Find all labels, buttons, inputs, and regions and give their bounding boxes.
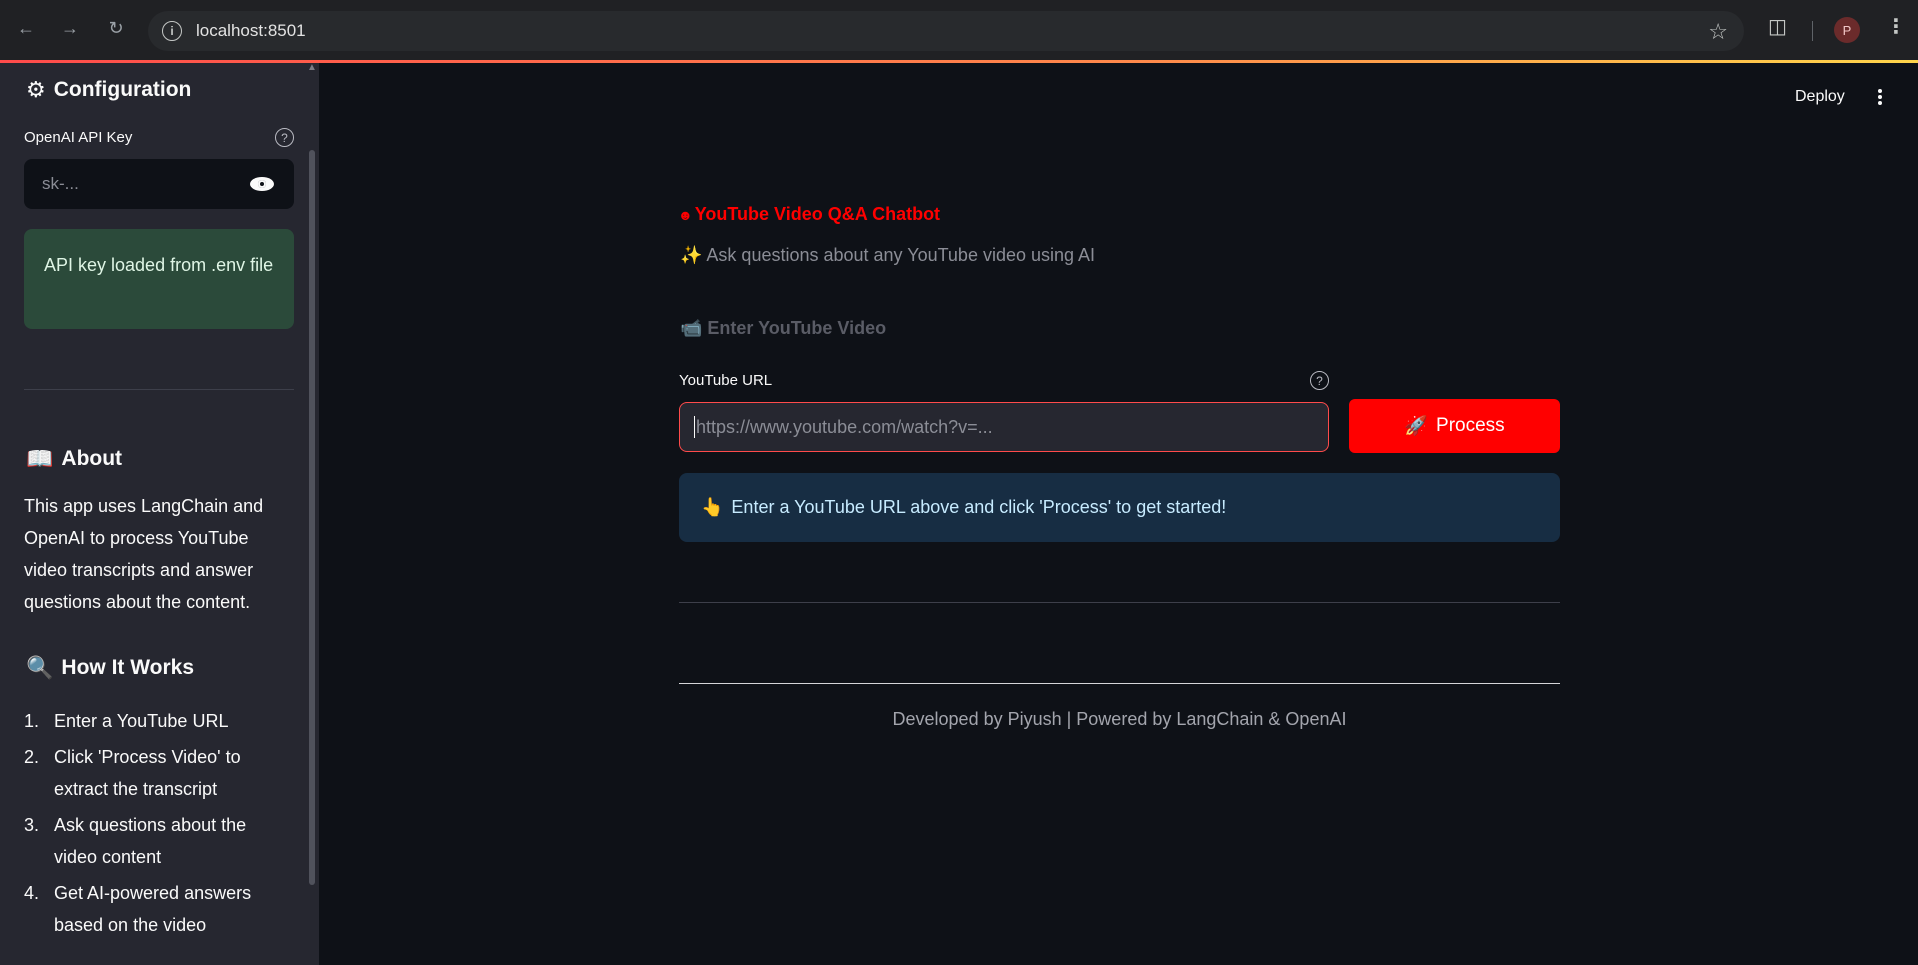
about-heading: 📖 About xyxy=(26,446,122,472)
book-icon: 📖 xyxy=(26,446,54,471)
url-text[interactable]: localhost:8501 xyxy=(196,21,306,41)
step-number: 1. xyxy=(24,711,40,731)
deploy-button[interactable]: Deploy xyxy=(1795,88,1845,106)
url-label: YouTube URL xyxy=(679,372,773,389)
sidebar-scrollbar[interactable] xyxy=(309,150,315,885)
config-heading-text: Configuration xyxy=(53,78,192,101)
about-text: This app uses LangChain and OpenAI to pr… xyxy=(24,496,264,612)
page-subtitle: ✨ Ask questions about any YouTube video … xyxy=(680,245,1096,265)
pointing-hand-icon: 👆 xyxy=(701,497,724,517)
reload-icon[interactable]: ↻ xyxy=(104,16,128,40)
process-button[interactable]: 🚀 Process xyxy=(1349,399,1560,453)
back-icon[interactable]: ← xyxy=(14,16,38,40)
list-item: 1. Enter a YouTube URL xyxy=(24,705,294,737)
forward-icon[interactable]: → xyxy=(58,16,82,40)
info-alert: 👆 Enter a YouTube URL above and click 'P… xyxy=(679,473,1560,542)
footer-text: Developed by Piyush | Powered by LangCha… xyxy=(892,709,1347,729)
api-key-label-row: OpenAI API Key ? xyxy=(24,128,294,147)
step-text: Get AI-powered answers based on the vide… xyxy=(54,883,252,935)
success-alert: API key loaded from .env file xyxy=(24,229,294,329)
youtube-url-input[interactable]: https://www.youtube.com/watch?v=... xyxy=(679,402,1329,452)
step-text: Enter a YouTube URL xyxy=(54,711,229,731)
extensions-icon[interactable]: ◫ xyxy=(1768,14,1787,39)
info-text: Enter a YouTube URL above and click 'Pro… xyxy=(731,497,1227,517)
main-menu-icon[interactable] xyxy=(1872,86,1888,108)
step-number: 3. xyxy=(24,815,40,835)
url-label-row: YouTube URL ? xyxy=(679,371,1329,390)
section-heading: 📹 Enter YouTube Video xyxy=(680,318,887,338)
api-key-placeholder: sk-... xyxy=(42,174,79,193)
robot-icon: ☻ xyxy=(678,206,693,223)
address-bar[interactable]: i localhost:8501 ☆ xyxy=(148,11,1744,51)
footer-divider xyxy=(679,683,1560,684)
url-placeholder: https://www.youtube.com/watch?v=... xyxy=(696,416,993,437)
text-caret xyxy=(694,416,695,438)
browser-toolbar: ← → ↻ i localhost:8501 ☆ ◫ P ⋮ xyxy=(0,0,1918,62)
divider xyxy=(679,602,1560,603)
step-number: 2. xyxy=(24,747,40,767)
list-item: 4. Get AI-powered answers based on the vi… xyxy=(24,877,294,941)
step-text: Click 'Process Video' to extract the tra… xyxy=(54,747,241,799)
show-password-eye-icon[interactable] xyxy=(250,177,276,191)
help-icon[interactable]: ? xyxy=(1310,371,1329,390)
how-it-works-heading: 🔍 How It Works xyxy=(26,655,194,681)
steps-list: 1. Enter a YouTube URL 2. Click 'Process V… xyxy=(24,705,294,945)
help-icon[interactable]: ? xyxy=(275,128,294,147)
site-info-icon[interactable]: i xyxy=(162,21,182,41)
step-number: 4. xyxy=(24,883,40,903)
bookmark-star-icon[interactable]: ☆ xyxy=(1708,19,1728,45)
api-key-label: OpenAI API Key xyxy=(24,129,133,146)
list-item: 2. Click 'Process Video' to extract the t… xyxy=(24,741,294,805)
step-text: Ask questions about the video content xyxy=(54,815,247,867)
list-item: 3. Ask questions about the video content xyxy=(24,809,294,873)
sidebar-scroll-up-icon[interactable]: ▲ xyxy=(307,62,317,73)
page-title-text: YouTube Video Q&A Chatbot xyxy=(694,204,941,224)
browser-menu-icon[interactable]: ⋮ xyxy=(1886,14,1906,39)
process-label: Process xyxy=(1436,415,1505,436)
how-heading-text: How It Works xyxy=(61,656,195,679)
config-heading: ⚙ Configuration xyxy=(26,77,191,103)
rocket-icon: 🚀 xyxy=(1404,416,1429,437)
sidebar-divider xyxy=(24,389,294,390)
page-title: ☻ YouTube Video Q&A Chatbot xyxy=(678,204,940,225)
toolbar-divider xyxy=(1812,21,1813,41)
about-heading-text: About xyxy=(61,447,123,470)
profile-avatar[interactable]: P xyxy=(1834,17,1860,43)
magnifier-icon: 🔍 xyxy=(26,655,54,680)
gear-icon: ⚙ xyxy=(26,77,46,102)
api-key-input[interactable]: sk-... xyxy=(24,159,294,209)
